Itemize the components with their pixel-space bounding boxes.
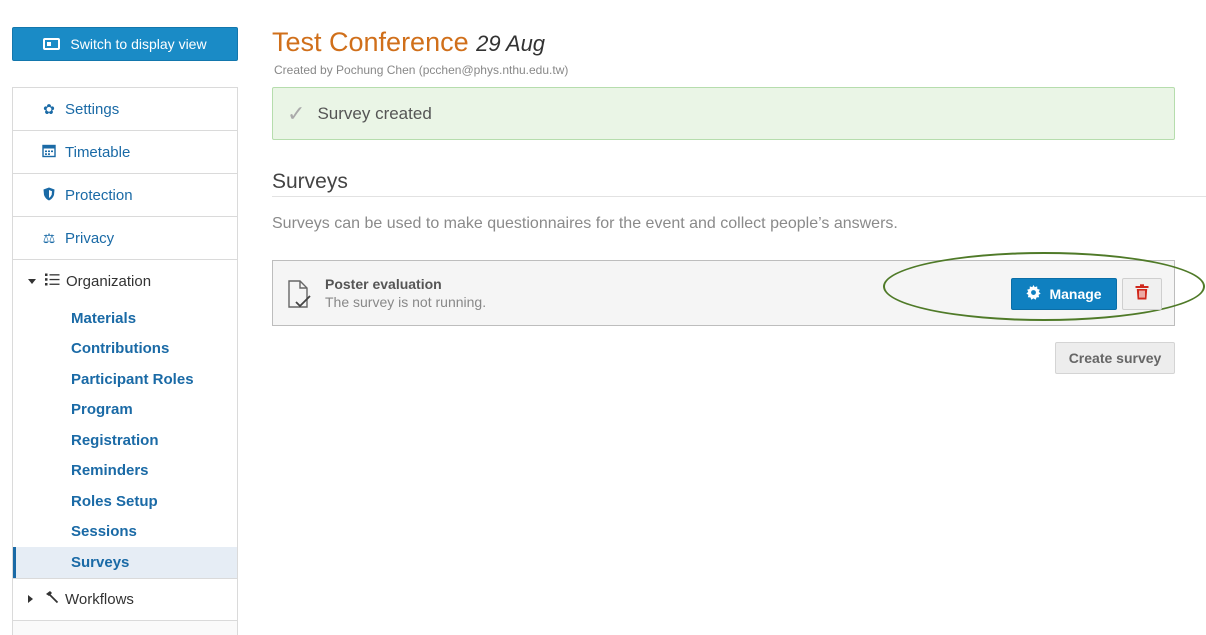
sidebar-item-label: Timetable: [65, 143, 131, 161]
sidebar-item-protection[interactable]: Protection: [13, 174, 237, 217]
sidebar-item-timetable[interactable]: Timetable: [13, 131, 237, 174]
trash-icon: [1135, 283, 1149, 305]
display-view-icon: [43, 38, 61, 50]
manage-label: Manage: [1049, 286, 1102, 302]
create-survey-button[interactable]: Create survey: [1055, 342, 1175, 374]
survey-status: The survey is not running.: [325, 294, 487, 310]
sidebar-item-roles-setup[interactable]: Roles Setup: [13, 486, 237, 517]
calendar-icon: [41, 144, 57, 161]
page-title: Test Conference 29 Aug: [272, 27, 545, 58]
checkmark-icon: ✓: [287, 100, 306, 126]
sidebar-item-contributions[interactable]: Contributions: [13, 334, 237, 365]
sidebar-item-settings[interactable]: ✿ Settings: [13, 88, 237, 131]
section-title: Surveys: [272, 170, 348, 193]
caret-down-icon: [28, 279, 36, 284]
sidebar-item-label: Settings: [65, 100, 120, 118]
delete-survey-button[interactable]: [1122, 278, 1162, 310]
scales-icon: ⚖: [42, 229, 56, 246]
sidebar-item-materials[interactable]: Materials: [13, 303, 237, 334]
alert-message: Survey created: [317, 103, 432, 123]
sidebar-menu: ✿ Settings Timetable Protection ⚖ Privac…: [12, 87, 238, 635]
switch-label: Switch to display view: [70, 36, 207, 52]
organization-submenu: Materials Contributions Participant Role…: [13, 303, 237, 578]
sidebar-item-label: Protection: [65, 186, 133, 204]
shield-icon: [41, 187, 57, 204]
sidebar-item-registration[interactable]: Registration: [13, 425, 237, 456]
document-check-icon: [287, 275, 315, 311]
sidebar-item-surveys[interactable]: Surveys: [13, 547, 237, 578]
sidebar-group-organization[interactable]: Organization: [13, 260, 237, 303]
sidebar-group-label: Workflows: [65, 590, 134, 608]
gear-icon: [1026, 285, 1042, 303]
sidebar-item-privacy[interactable]: ⚖ Privacy: [13, 217, 237, 260]
gear-icon: ✿: [43, 100, 55, 117]
created-by-text: Created by Pochung Chen (pcchen@phys.nth…: [274, 63, 569, 77]
sidebar-item-label: Privacy: [65, 229, 115, 247]
section-divider: [272, 196, 1206, 197]
sidebar-item-sessions[interactable]: Sessions: [13, 517, 237, 548]
survey-name[interactable]: Poster evaluation: [325, 276, 486, 292]
switch-to-display-view-button[interactable]: Switch to display view: [12, 27, 238, 61]
sidebar-group-label: Organization: [66, 273, 152, 290]
sidebar-item-participant-roles[interactable]: Participant Roles: [13, 364, 237, 395]
manage-button[interactable]: Manage: [1011, 278, 1117, 310]
sidebar-item-reminders[interactable]: Reminders: [13, 456, 237, 487]
section-description: Surveys can be used to make questionnair…: [272, 215, 898, 232]
sidebar-group-workflows[interactable]: Workflows: [13, 577, 237, 621]
success-alert: ✓ Survey created: [272, 87, 1175, 140]
caret-right-icon: [28, 595, 33, 603]
event-title: Test Conference: [272, 27, 469, 57]
hammer-icon: [44, 590, 59, 608]
event-date: 29 Aug: [476, 31, 546, 56]
sidebar-item-program[interactable]: Program: [13, 395, 237, 426]
list-icon: [45, 273, 60, 290]
